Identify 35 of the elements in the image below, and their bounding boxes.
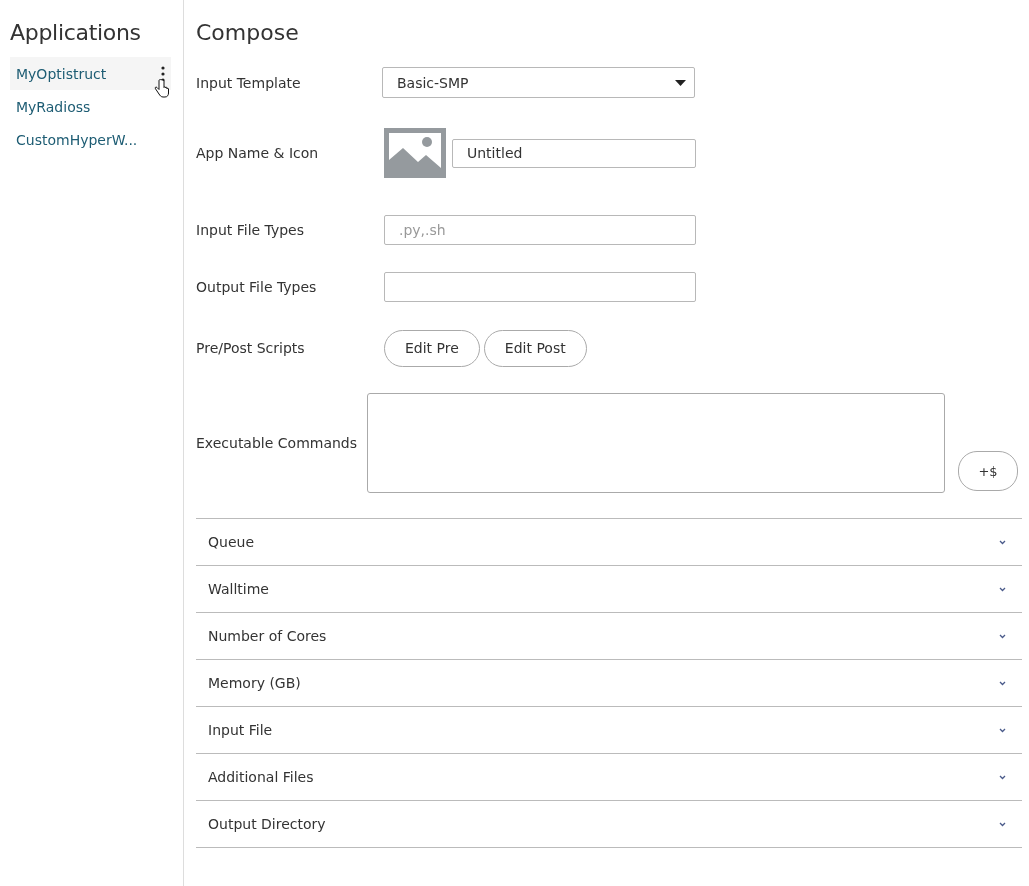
sidebar-item[interactable]: CustomHyperW... [10, 123, 171, 156]
chevron-icon [999, 680, 1006, 686]
edit-script-button[interactable]: Edit Post [483, 329, 587, 367]
chevron-icon [999, 633, 1006, 639]
field-label: Output File Types [196, 279, 318, 295]
commands-field[interactable] [367, 393, 945, 493]
dropdown-caret-icon [675, 79, 686, 86]
field-label: Input Template [196, 74, 302, 91]
chevron-icon [999, 727, 1006, 733]
accordion-header[interactable]: Queue [196, 519, 1022, 565]
accordion-header[interactable]: Memory (GB) [196, 660, 1022, 706]
sidebar-item[interactable]: MyRadioss [10, 90, 171, 123]
app-name-field[interactable]: Untitled [452, 138, 696, 168]
accordion-header[interactable]: Additional Files [196, 754, 1022, 800]
accordion-header[interactable]: Walltime [196, 566, 1022, 612]
hand-cursor-icon [154, 79, 170, 99]
field-label: Executable Commands [196, 435, 359, 451]
accordion-header[interactable]: Number of Cores [196, 613, 1022, 659]
chevron-icon [999, 821, 1006, 827]
add-variable-button[interactable]: +$ [958, 451, 1018, 491]
chevron-icon [999, 539, 1006, 545]
image-placeholder-icon[interactable] [384, 128, 446, 178]
chevron-icon [999, 586, 1006, 592]
edit-script-button[interactable]: Edit Pre [384, 329, 480, 367]
file-types-field[interactable] [384, 272, 696, 302]
field-label: Pre/Post Scripts [196, 340, 306, 356]
field-label: Input File Types [196, 222, 306, 238]
accordion-header[interactable]: Input File [196, 707, 1022, 753]
page-title: Compose [196, 20, 300, 45]
sidebar-title: Applications [10, 20, 142, 45]
template-dropdown[interactable]: Basic-SMP [382, 67, 695, 98]
file-types-field[interactable]: .py,.sh [384, 215, 696, 245]
chevron-icon [999, 774, 1006, 780]
accordion-header[interactable]: Output Directory [196, 801, 1022, 847]
field-label: App Name & Icon [196, 145, 320, 161]
